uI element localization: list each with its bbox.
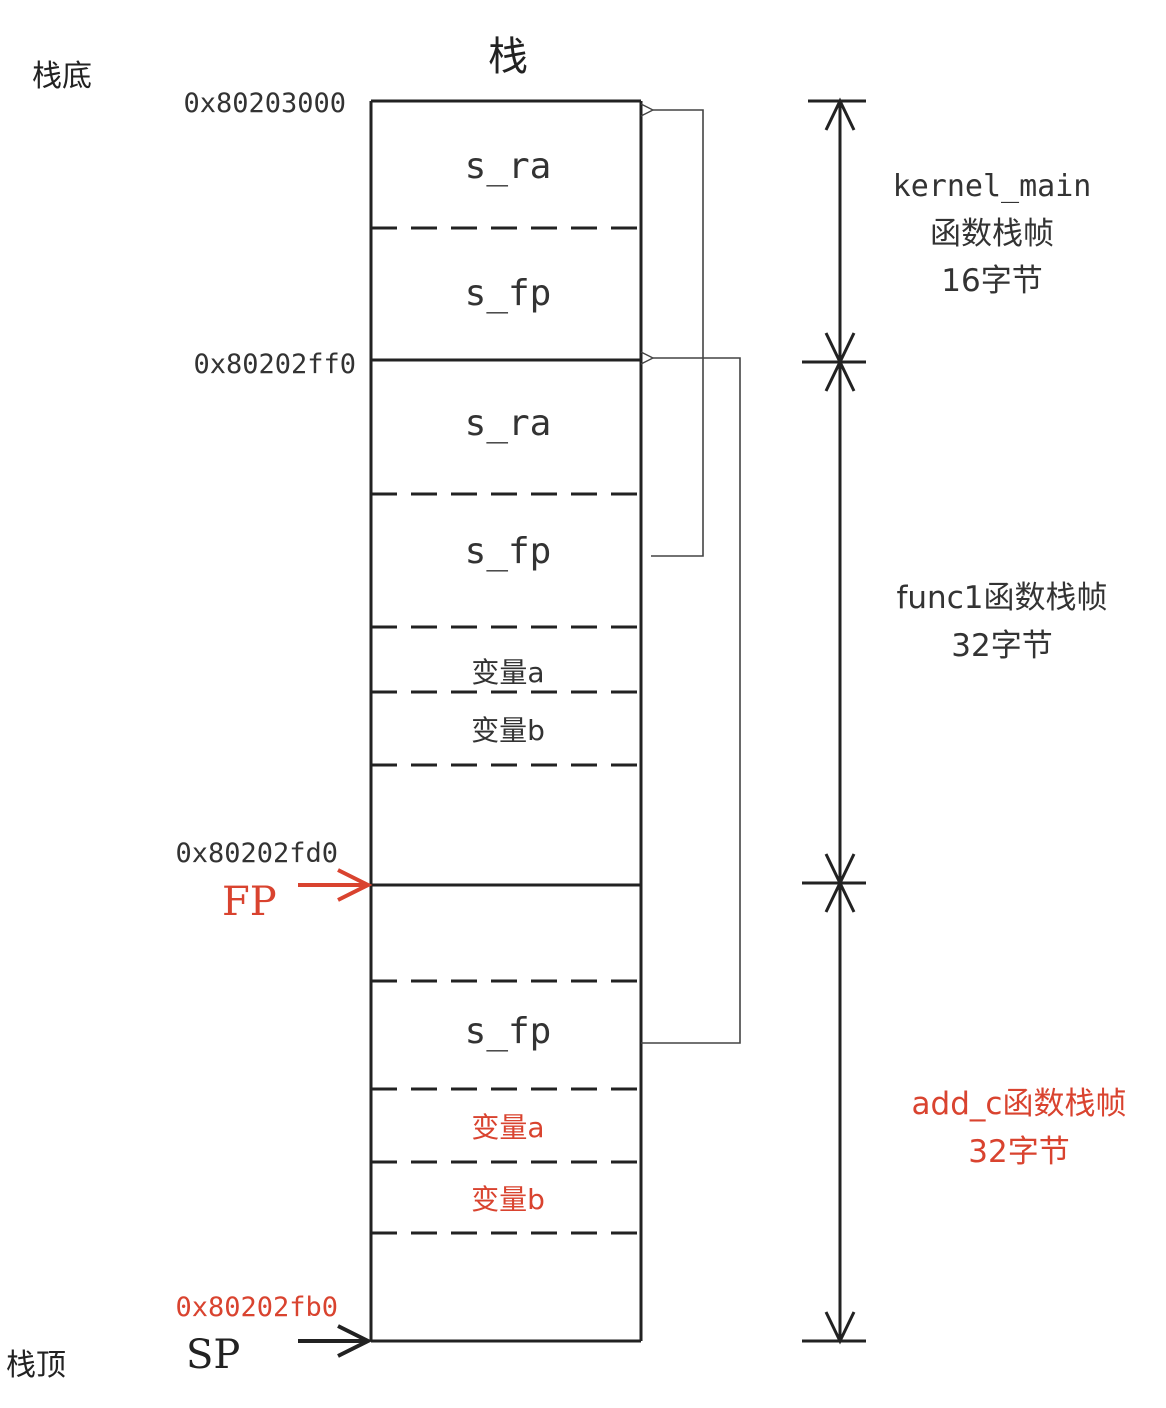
addc-frame-title: add_c函数栈帧 <box>912 1086 1127 1122</box>
addc-frame-size: 32字节 <box>968 1134 1069 1170</box>
stack-diagram: 栈 栈底 栈顶 s_ra s_fp s_ra s_fp 变量a 变量b s_fp… <box>6 34 1127 1383</box>
kernel-frame-title: 函数栈帧 <box>930 216 1054 252</box>
addc-fp-cell: s_fp <box>465 1011 552 1052</box>
func1-fp-cell: s_fp <box>465 531 552 572</box>
stack-bottom-label: 栈底 <box>32 59 92 94</box>
kernel-fp-cell: s_fp <box>465 273 552 314</box>
address-label: 0x80202ff0 <box>193 349 356 380</box>
sp-label: SP <box>186 1332 240 1378</box>
address-label: 0x80202fb0 <box>175 1292 338 1323</box>
func1-frame-title: func1函数栈帧 <box>897 580 1108 616</box>
kernel-frame-name: kernel_main <box>893 169 1092 204</box>
stack-top-label: 栈顶 <box>6 1348 66 1383</box>
addc-var-a-cell: 变量a <box>471 1111 544 1144</box>
kernel-frame-size: 16字节 <box>941 263 1042 299</box>
sp-arrow <box>298 1324 373 1358</box>
fp-arrow <box>298 868 373 902</box>
fp-label: FP <box>222 879 277 925</box>
addc-var-b-cell: 变量b <box>471 1183 545 1216</box>
func1-var-a-cell: 变量a <box>471 656 544 689</box>
func1-fp-link <box>651 110 704 557</box>
diagram-title: 栈 <box>488 34 528 80</box>
kernel-ra-cell: s_ra <box>465 146 552 187</box>
address-label: 0x80202fd0 <box>175 838 338 869</box>
func1-var-b-cell: 变量b <box>471 714 545 747</box>
func1-ra-cell: s_ra <box>465 403 552 444</box>
dimension-lines <box>802 97 866 1345</box>
func1-frame-size: 32字节 <box>951 628 1052 664</box>
address-label: 0x80203000 <box>183 88 346 119</box>
addc-fp-link <box>641 358 741 1044</box>
